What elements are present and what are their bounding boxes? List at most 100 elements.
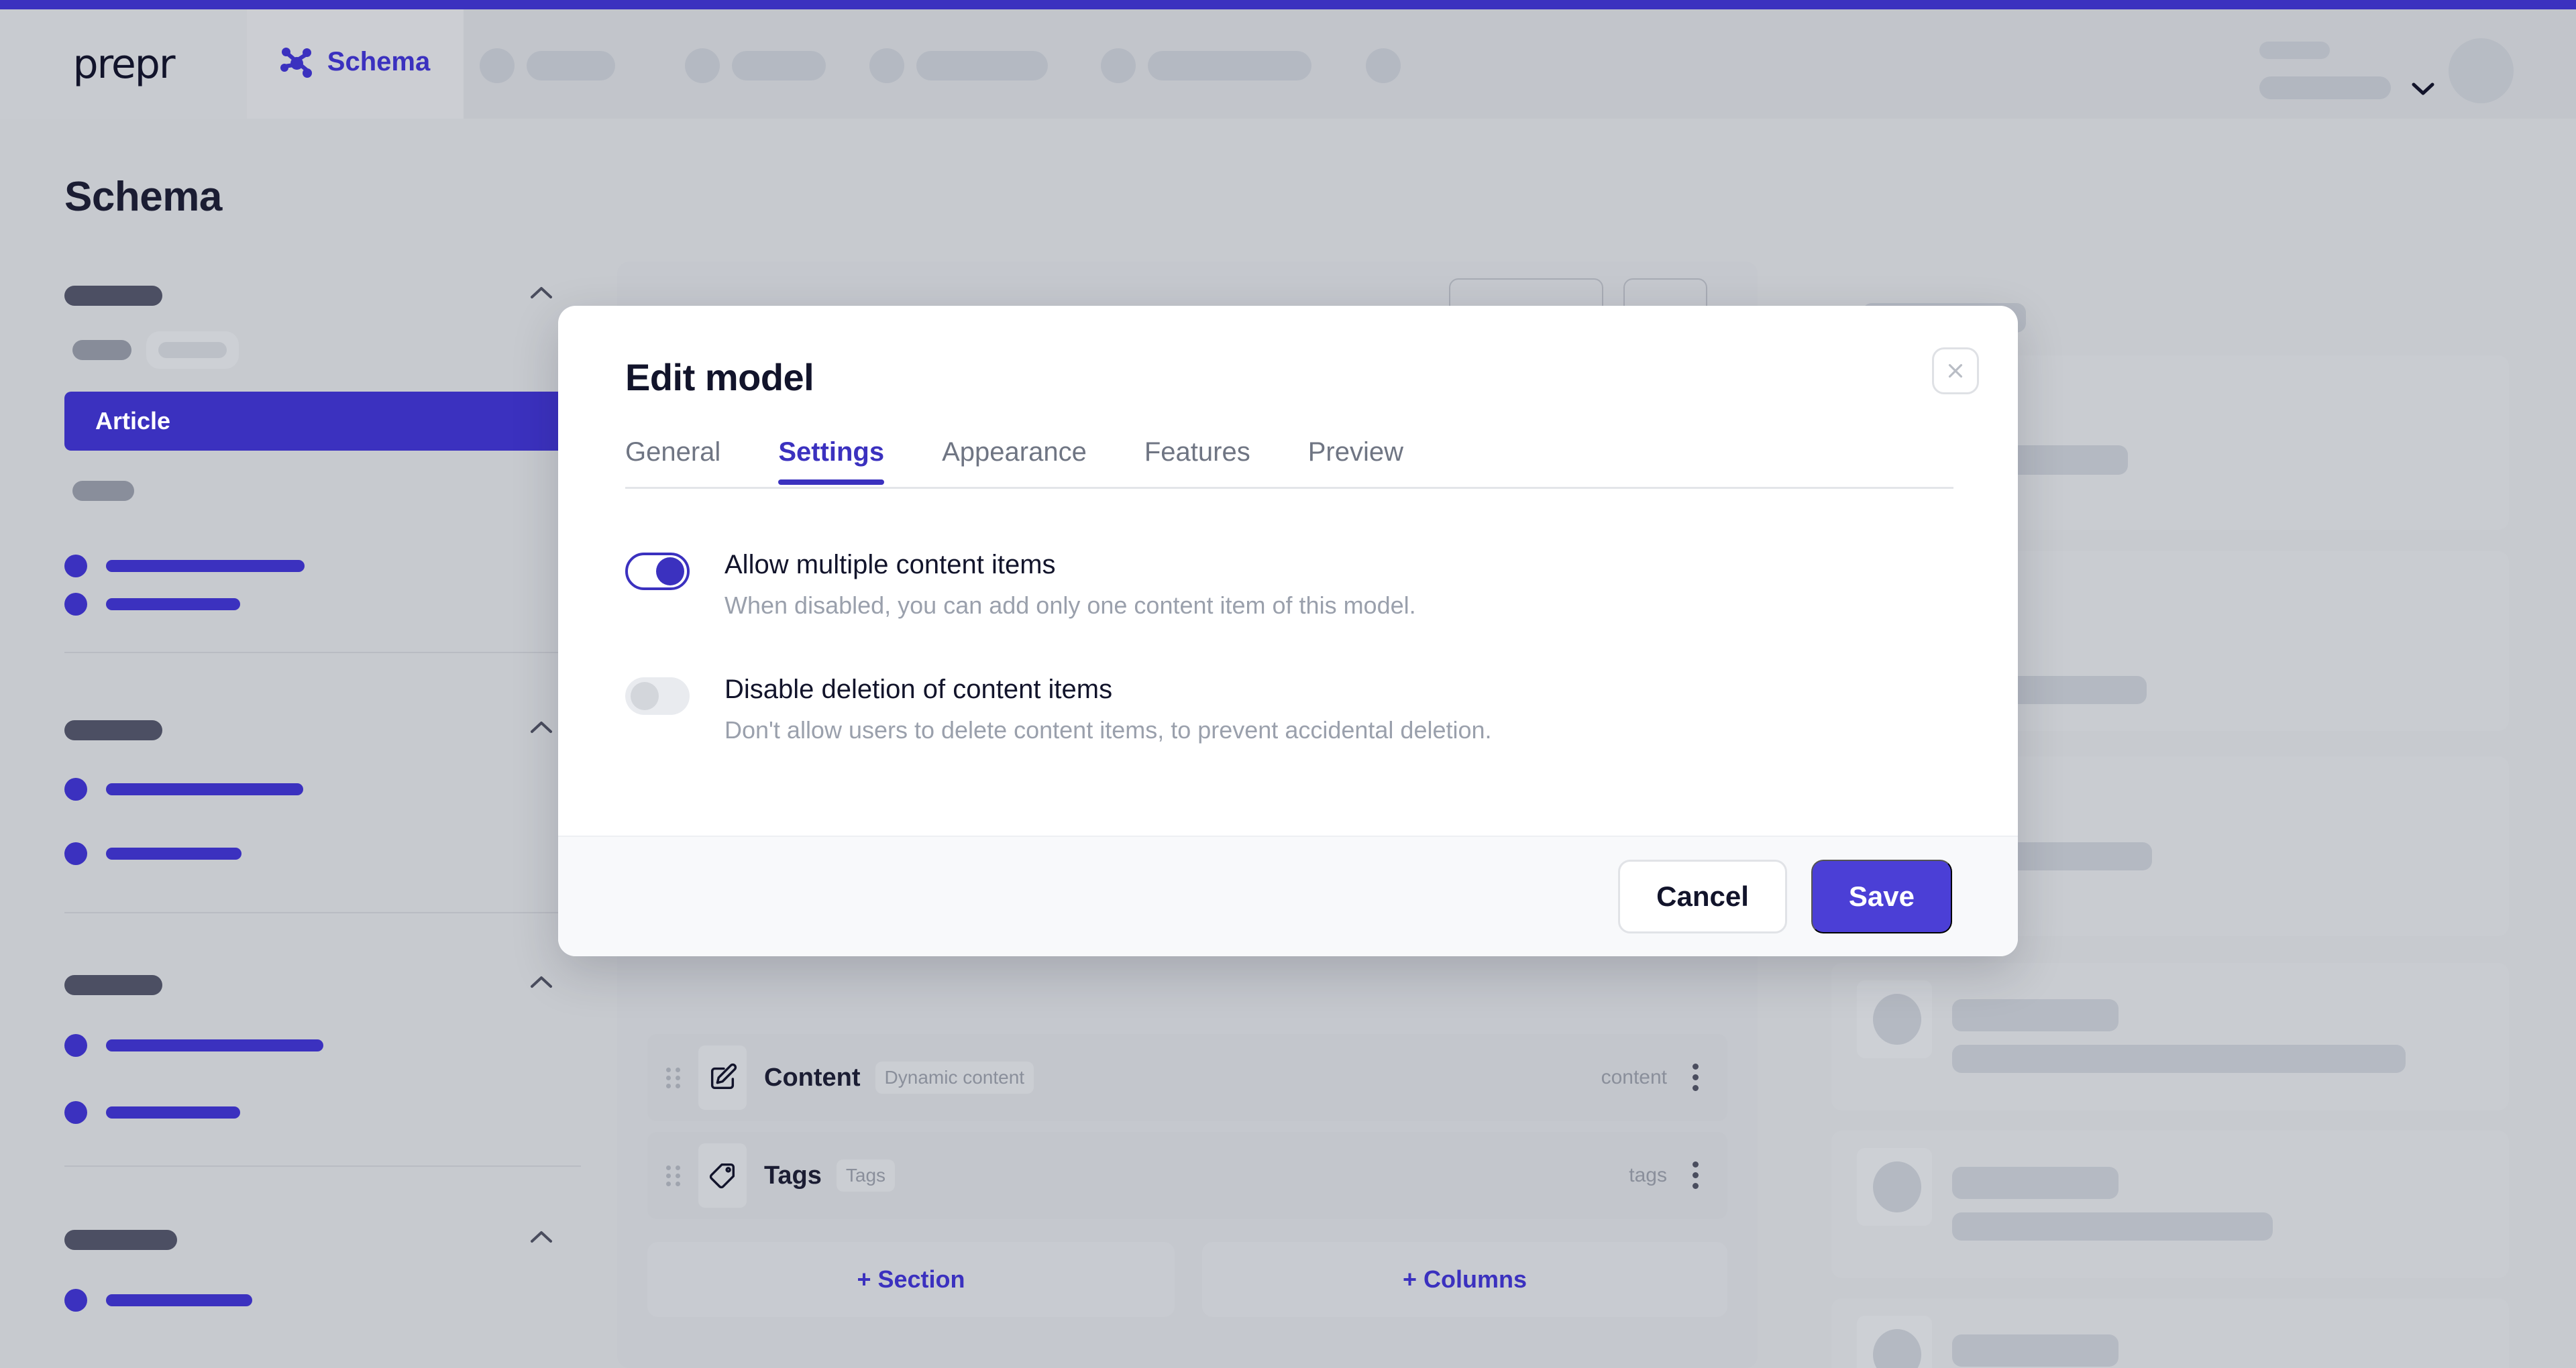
page-title: Schema xyxy=(64,174,222,220)
sidebar-group-title-placeholder xyxy=(64,1230,177,1250)
nav-tab-schema[interactable]: Schema xyxy=(247,9,464,119)
right-panel-list-item[interactable] xyxy=(1831,1131,2509,1278)
chevron-up-icon[interactable] xyxy=(530,975,553,990)
field-name: Content xyxy=(764,1063,861,1092)
nav-ghost-label xyxy=(732,51,826,80)
top-navigation-bar: prepr Schema xyxy=(0,9,2576,119)
field-api-id: tags xyxy=(1629,1164,1667,1186)
nav-ghost-label xyxy=(527,51,615,80)
chevron-up-icon[interactable] xyxy=(530,720,553,735)
chevron-up-icon[interactable] xyxy=(530,1230,553,1245)
sidebar-subnav-item[interactable] xyxy=(72,340,131,360)
dialog-tabs-underline xyxy=(625,487,1953,489)
field-row[interactable]: Content Dynamic content content xyxy=(647,1034,1727,1121)
right-panel-list-item[interactable] xyxy=(1831,1298,2509,1368)
sidebar-bullet-item[interactable] xyxy=(64,778,303,801)
sidebar-group-header[interactable] xyxy=(0,711,617,758)
tab-appearance[interactable]: Appearance xyxy=(942,437,1087,485)
sidebar-group-header[interactable] xyxy=(0,966,617,1013)
sidebar-group-header[interactable] xyxy=(0,1220,617,1267)
avatar[interactable] xyxy=(2449,38,2514,103)
field-type: Dynamic content xyxy=(875,1062,1034,1094)
nav-ghost-icon xyxy=(685,48,720,83)
tab-general[interactable]: General xyxy=(625,437,720,485)
dialog-body: Edit model General Settings Appearance F… xyxy=(558,306,2018,836)
nav-ghost-item[interactable] xyxy=(1366,48,1401,83)
sidebar-bullet-item[interactable] xyxy=(64,1034,323,1057)
sidebar-item-placeholder[interactable] xyxy=(72,481,134,501)
nav-ghost-label xyxy=(916,51,1048,80)
add-section-button[interactable]: + Section xyxy=(647,1242,1175,1317)
sidebar-bullet-label xyxy=(106,848,241,860)
toggle-knob xyxy=(656,557,684,585)
sidebar-bullet-label xyxy=(106,1039,323,1051)
sidebar-bullet-item[interactable] xyxy=(64,1101,240,1124)
right-panel-list-item[interactable] xyxy=(1831,963,2509,1110)
sidebar-bullet-label xyxy=(106,560,305,572)
sidebar-divider xyxy=(64,652,581,653)
tab-features[interactable]: Features xyxy=(1144,437,1250,485)
sidebar-bullet-item[interactable] xyxy=(64,593,240,616)
sidebar-bullet-item[interactable] xyxy=(64,1289,252,1312)
allow-multiple-toggle[interactable] xyxy=(625,553,690,590)
edit-pencil-icon xyxy=(698,1045,747,1110)
sidebar: Article xyxy=(0,255,617,1368)
nav-ghost-icon xyxy=(869,48,904,83)
disable-deletion-toggle[interactable] xyxy=(625,677,690,715)
tab-preview[interactable]: Preview xyxy=(1308,437,1403,485)
allow-multiple-label: Allow multiple content items xyxy=(724,550,1056,579)
avatar xyxy=(1873,994,1921,1045)
field-type: Tags xyxy=(836,1159,896,1192)
nav-ghost-item[interactable] xyxy=(869,48,1048,83)
cancel-button[interactable]: Cancel xyxy=(1618,860,1787,933)
chevron-down-icon[interactable] xyxy=(2412,82,2434,97)
bullet-dot-icon xyxy=(64,555,87,577)
sidebar-item-article[interactable]: Article xyxy=(64,392,581,451)
drag-handle-icon[interactable] xyxy=(666,1163,684,1188)
nav-ghost-item[interactable] xyxy=(685,48,826,83)
sidebar-bullet-label xyxy=(106,598,240,610)
nav-tab-schema-label: Schema xyxy=(327,47,431,76)
nav-ghost-item[interactable] xyxy=(1101,48,1311,83)
sidebar-divider xyxy=(64,912,581,913)
sidebar-subnav-item-label xyxy=(158,342,227,358)
allow-multiple-description: When disabled, you can add only one cont… xyxy=(724,591,1416,619)
nav-ghost-item[interactable] xyxy=(480,48,615,83)
tag-icon xyxy=(698,1143,747,1208)
sidebar-subnav-item-active[interactable] xyxy=(146,331,239,369)
brand-logo[interactable]: prepr xyxy=(0,9,247,119)
more-vertical-icon[interactable] xyxy=(1687,1160,1705,1191)
add-columns-button[interactable]: + Columns xyxy=(1202,1242,1727,1317)
sidebar-group-title-placeholder xyxy=(64,286,162,306)
list-item-subtitle-placeholder xyxy=(1952,1212,2273,1241)
top-accent-bar xyxy=(0,0,2576,9)
nav-account-area[interactable] xyxy=(2180,9,2576,119)
sidebar-bullet-label xyxy=(106,783,303,795)
sidebar-group-header[interactable] xyxy=(0,276,617,323)
brand-logo-text: prepr xyxy=(72,40,175,88)
field-api-id: content xyxy=(1601,1066,1667,1088)
sidebar-subnav[interactable] xyxy=(72,331,239,369)
disable-deletion-description: Don't allow users to delete content item… xyxy=(724,716,1492,744)
toggle-knob xyxy=(631,682,659,710)
list-item-title-placeholder xyxy=(1952,999,2118,1031)
dialog-footer: Cancel Save xyxy=(558,836,2018,956)
bullet-dot-icon xyxy=(64,1289,87,1312)
tab-settings[interactable]: Settings xyxy=(778,437,884,485)
more-vertical-icon[interactable] xyxy=(1687,1062,1705,1093)
account-org-placeholder xyxy=(2259,76,2391,99)
dialog-tabs: General Settings Appearance Features Pre… xyxy=(625,437,1953,485)
drag-handle-icon[interactable] xyxy=(666,1065,684,1090)
field-row[interactable]: Tags Tags tags xyxy=(647,1132,1727,1219)
chevron-up-icon[interactable] xyxy=(530,286,553,300)
sidebar-bullet-item[interactable] xyxy=(64,842,241,865)
save-button[interactable]: Save xyxy=(1811,860,1952,933)
bullet-dot-icon xyxy=(64,593,87,616)
edit-model-dialog: Edit model General Settings Appearance F… xyxy=(558,306,2018,956)
list-item-subtitle-placeholder xyxy=(1952,1045,2406,1073)
nav-ghost-label xyxy=(1148,51,1311,80)
sidebar-group-title-placeholder xyxy=(64,975,162,995)
account-name-placeholder xyxy=(2259,42,2330,59)
sidebar-bullet-item[interactable] xyxy=(64,555,305,577)
nav-ghost-icon xyxy=(1366,48,1401,83)
